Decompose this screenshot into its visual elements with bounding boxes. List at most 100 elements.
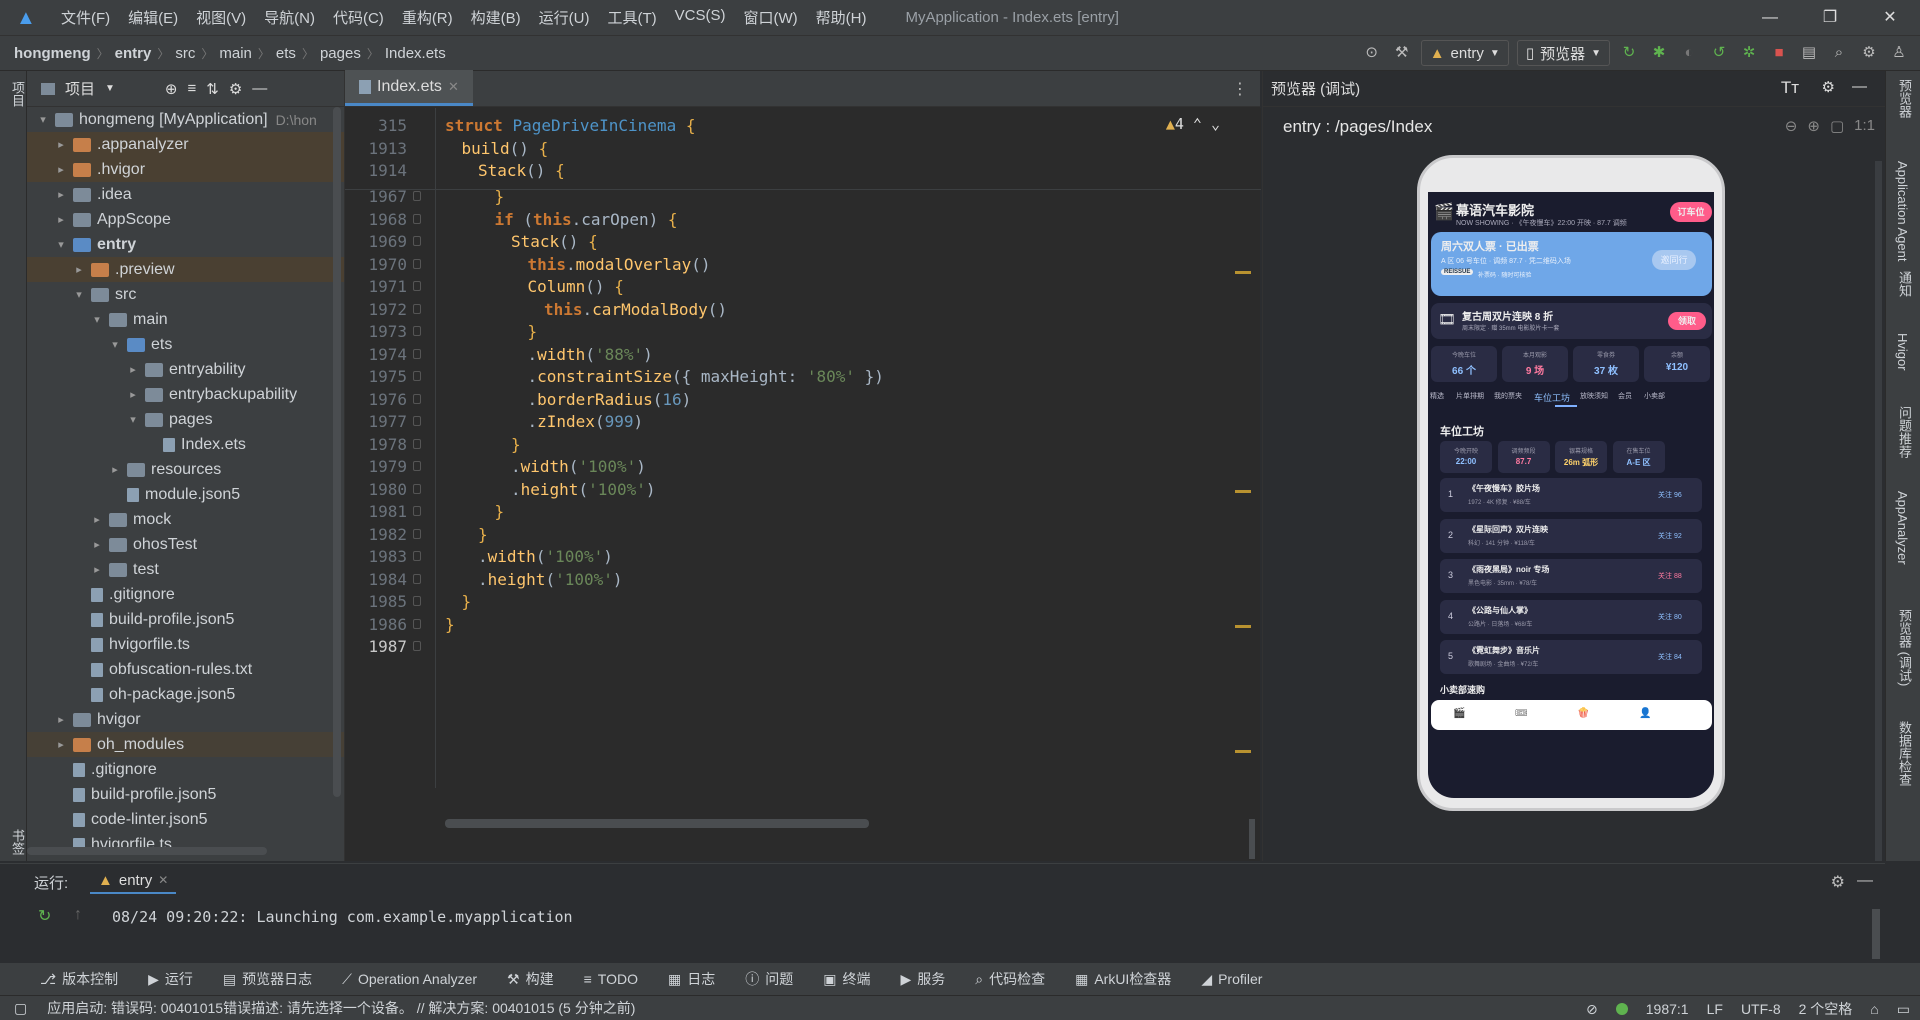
memory-icon[interactable]: ▭ xyxy=(1897,1001,1910,1018)
warning-stripe[interactable] xyxy=(1235,750,1251,753)
cursor-position[interactable]: 1987:1 xyxy=(1646,1001,1689,1017)
code-line[interactable]: } xyxy=(495,502,505,521)
zoom-in-icon[interactable]: ⊕ xyxy=(1807,117,1820,135)
tree-item[interactable]: Index.ets xyxy=(27,432,344,457)
no-sync-icon[interactable]: ⊘ xyxy=(1586,1001,1598,1018)
bottom-tool-item[interactable]: ⟋ Operation Analyzer xyxy=(342,971,477,988)
tree-item[interactable]: ▸ entryability xyxy=(27,357,344,382)
status-message[interactable]: 应用启动: 错误码: 00401015错误描述: 请先选择一个设备。 // 解决… xyxy=(47,998,635,1018)
code-line[interactable]: .width('100%') xyxy=(478,547,613,566)
fold-marker-icon[interactable] xyxy=(413,461,421,471)
code-line[interactable]: } xyxy=(528,322,538,341)
project-panel-title[interactable]: 项目 xyxy=(65,78,95,99)
fold-marker-icon[interactable] xyxy=(413,326,421,336)
fold-marker-icon[interactable] xyxy=(413,483,421,494)
text-format-icon[interactable]: Tт xyxy=(1781,78,1799,98)
app-tab[interactable]: 车位工坊 xyxy=(1534,391,1570,404)
close-icon[interactable]: ✕ xyxy=(1860,0,1920,35)
indent-setting[interactable]: 2 个空格 xyxy=(1799,999,1853,1019)
chevron-down-icon[interactable]: ▾ xyxy=(125,413,141,426)
tree-item[interactable]: build-profile.json5 xyxy=(27,782,344,807)
tab-index-ets[interactable]: Index.ets ✕ xyxy=(345,70,473,106)
code-line[interactable]: .height('100%') xyxy=(511,480,656,499)
bottom-tool-item[interactable]: ≡ TODO xyxy=(584,971,638,987)
search-icon[interactable]: ⌕ xyxy=(1828,42,1850,64)
tree-item[interactable]: ▸ .appanalyzer xyxy=(27,132,344,157)
right-tool-item[interactable]: 预览器 (调试) xyxy=(1895,609,1914,686)
bottom-tool-item[interactable]: ⓘ 问题 xyxy=(745,969,793,989)
chevron-right-icon[interactable]: ▸ xyxy=(71,263,87,276)
hide-icon[interactable]: — xyxy=(1852,78,1867,95)
panel-toggle-icon[interactable]: ▢ xyxy=(14,1000,27,1017)
tree-item[interactable]: ▾ main xyxy=(27,307,344,332)
menu-item[interactable]: VCS(S) xyxy=(666,7,735,28)
chevron-right-icon[interactable]: ▸ xyxy=(89,513,105,526)
code-line[interactable]: this.modalOverlay() xyxy=(528,255,711,274)
rerun-icon[interactable]: ↻ xyxy=(38,906,51,926)
warnings-indicator[interactable]: ▲4 ⌃ ⌄ xyxy=(1166,115,1220,133)
bottom-tool-item[interactable]: ⚒ 构建 xyxy=(507,969,554,989)
tree-item[interactable]: ▸ test xyxy=(27,557,344,582)
invite-button[interactable]: 邀同行 xyxy=(1652,250,1696,270)
editor-vertical-scrollbar[interactable] xyxy=(1249,819,1255,859)
menu-item[interactable]: 工具(T) xyxy=(598,7,665,28)
tree-item[interactable]: ▸ .idea xyxy=(27,182,344,207)
line-ending[interactable]: LF xyxy=(1707,1001,1723,1017)
fold-marker-icon[interactable] xyxy=(413,393,421,404)
chevron-down-icon[interactable]: ▼ xyxy=(105,83,115,94)
fold-marker-icon[interactable] xyxy=(413,258,421,269)
preview-scrollbar[interactable] xyxy=(1875,161,1882,861)
device-selector[interactable]: ▯ 预览器 ▼ xyxy=(1516,40,1610,66)
profile-tab-icon[interactable]: 👤 xyxy=(1639,708,1651,719)
warning-stripe[interactable] xyxy=(1235,490,1251,493)
code-line[interactable]: this.carModalBody() xyxy=(544,300,727,319)
app-tab[interactable]: 会员 xyxy=(1618,391,1632,401)
device-manager-icon[interactable]: ▤ xyxy=(1798,42,1820,64)
chevron-down-icon[interactable]: ▾ xyxy=(89,313,105,326)
profile-icon[interactable]: ◐ xyxy=(1678,42,1700,64)
code-line[interactable]: .borderRadius(16) xyxy=(528,390,692,409)
gear-icon[interactable]: ⚙ xyxy=(1822,78,1835,96)
fold-marker-icon[interactable] xyxy=(413,618,421,629)
collapse-icon[interactable]: ≡ xyxy=(188,80,197,97)
next-highlight-icon[interactable]: ⌄ xyxy=(1211,115,1220,133)
tree-item[interactable]: ▸ oh_modules xyxy=(27,732,344,757)
tree-item[interactable]: ▾ entry xyxy=(27,232,344,257)
fold-marker-icon[interactable] xyxy=(413,641,421,651)
tree-vertical-scrollbar[interactable] xyxy=(333,107,341,797)
tree-item[interactable]: obfuscation-rules.txt xyxy=(27,657,344,682)
fit-icon[interactable]: ▢ xyxy=(1830,117,1844,135)
bottom-tool-item[interactable]: ▶ 运行 xyxy=(148,969,193,989)
tree-item[interactable]: ▸ hvigor xyxy=(27,707,344,732)
target-icon[interactable]: ⊙ xyxy=(1361,42,1383,64)
code-line[interactable]: if (this.carOpen) { xyxy=(495,210,678,229)
phone-screen[interactable]: 🎬 幕语汽车影院 NOW SHOWING · 《午夜慢车》22:00 开映 · … xyxy=(1428,192,1714,798)
claim-button[interactable]: 领取 xyxy=(1668,312,1706,330)
chevron-right-icon[interactable]: ▸ xyxy=(89,563,105,576)
fold-marker-icon[interactable] xyxy=(413,303,421,314)
tool-project[interactable]: 项目 xyxy=(0,81,27,107)
tree-item[interactable]: code-linter.json5 xyxy=(27,807,344,832)
snack-tab-icon[interactable]: 🍿 xyxy=(1577,708,1589,719)
apply-changes-icon[interactable]: ↺ xyxy=(1708,42,1730,64)
breadcrumb-item[interactable]: pages xyxy=(320,45,361,62)
code-lines[interactable]: 1967} 1968 if (this.carOpen) {1969 Stack() … xyxy=(345,187,1261,790)
code-line[interactable]: .width('88%') xyxy=(528,345,653,364)
tree-item[interactable]: ▾ pages xyxy=(27,407,344,432)
tree-item[interactable]: ▸ mock xyxy=(27,507,344,532)
code-line[interactable]: struct PageDriveInCinema { xyxy=(445,116,695,135)
stop-icon[interactable]: ■ xyxy=(1768,42,1790,64)
menu-item[interactable]: 编辑(E) xyxy=(119,7,187,28)
menu-item[interactable]: 窗口(W) xyxy=(734,7,806,28)
code-line[interactable]: .height('100%') xyxy=(478,570,623,589)
chevron-right-icon[interactable]: ▸ xyxy=(53,213,69,226)
code-line[interactable]: .width('100%') xyxy=(511,457,646,476)
breadcrumb-item[interactable]: main xyxy=(219,45,252,62)
ticket-tab-icon[interactable]: 🎟 xyxy=(1515,708,1528,719)
chevron-right-icon[interactable]: ▸ xyxy=(53,188,69,201)
code-line[interactable]: .zIndex(999) xyxy=(528,412,644,431)
minimize-icon[interactable]: — xyxy=(1740,0,1800,35)
fold-marker-icon[interactable] xyxy=(413,371,421,381)
bottom-tool-item[interactable]: ▦ 日志 xyxy=(668,969,715,989)
right-tool-item[interactable]: Hvigor xyxy=(1895,333,1910,371)
